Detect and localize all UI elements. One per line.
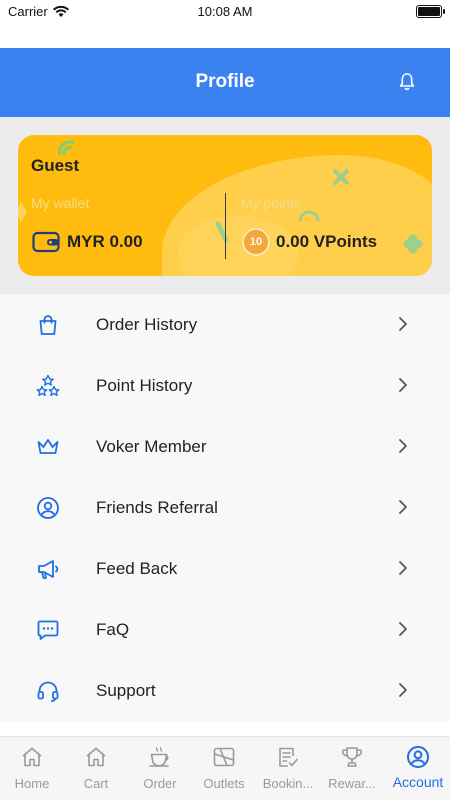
menu-item-order-history[interactable]: Order History [0, 294, 450, 355]
chevron-right-icon [399, 561, 407, 575]
tab-label: Rewar... [328, 776, 376, 791]
menu-item-voker-member[interactable]: Voker Member [0, 416, 450, 477]
coffee-cup-icon [149, 747, 169, 767]
confetti-cross-icon [333, 169, 349, 185]
profile-card: Guest My wallet My points MYR 0.00 10 0.… [18, 135, 432, 276]
tab-label: Order [143, 776, 177, 791]
tab-home[interactable]: Home [0, 737, 64, 800]
wallet-label: My wallet [31, 195, 90, 211]
chevron-right-icon [399, 683, 407, 697]
wallet-icon [32, 231, 60, 253]
tab-account[interactable]: Account [386, 737, 450, 800]
tab-label: Home [14, 776, 50, 791]
chevron-right-icon [399, 317, 407, 331]
chevron-right-icon [399, 500, 407, 514]
points-label: My points [241, 195, 301, 211]
menu-item-friends-referral[interactable]: Friends Referral [0, 477, 450, 538]
menu-item-label: Friends Referral [96, 498, 218, 517]
account-circle-icon [407, 746, 429, 768]
menu-item-point-history[interactable]: Point History [0, 355, 450, 416]
wallet-balance: MYR 0.00 [67, 232, 143, 251]
app-header: Profile [0, 48, 450, 117]
confetti-bar-icon [215, 221, 229, 243]
status-bar: Carrier 10:08 AM [0, 0, 450, 24]
card-divider [225, 193, 226, 259]
menu-item-label: Point History [96, 376, 193, 395]
tab-label: Bookin... [262, 776, 314, 791]
page-title: Profile [195, 71, 255, 92]
menu-item-feed-back[interactable]: Feed Back [0, 538, 450, 599]
menu-item-faq[interactable]: FaQ [0, 599, 450, 660]
map-icon [213, 747, 235, 767]
tab-label: Cart [83, 776, 109, 791]
tab-order[interactable]: Order [128, 737, 192, 800]
tab-cart[interactable]: Cart [64, 737, 128, 800]
chat-bubble-icon [37, 620, 59, 640]
user-circle-icon [37, 497, 59, 519]
stars-icon [36, 374, 60, 396]
vpoints-coin-icon: 10 [242, 228, 270, 256]
trophy-icon [342, 747, 362, 767]
bottom-tab-bar: Home Cart Order Outlets Bookin... Rewar.… [0, 736, 450, 800]
home-icon [22, 747, 42, 767]
points-balance: 0.00 VPoints [276, 232, 378, 251]
battery-icon [416, 5, 445, 18]
menu-item-label: FaQ [96, 620, 130, 639]
confetti-flower-icon [403, 234, 423, 254]
shopping-bag-icon [39, 315, 57, 335]
menu-item-label: Voker Member [96, 437, 207, 456]
profile-card-section: Guest My wallet My points MYR 0.00 10 0.… [0, 117, 450, 294]
user-name: Guest [31, 156, 80, 175]
crown-icon [37, 439, 59, 454]
account-menu: Order History Point History Voker Member… [0, 294, 450, 721]
home-icon [86, 747, 106, 767]
tab-rewards[interactable]: Rewar... [320, 737, 384, 800]
tab-booking[interactable]: Bookin... [256, 737, 320, 800]
status-time: 10:08 AM [197, 4, 253, 19]
chevron-right-icon [399, 378, 407, 392]
tab-outlets[interactable]: Outlets [192, 737, 256, 800]
menu-item-support[interactable]: Support [0, 660, 450, 721]
confetti-arc-icon [298, 210, 320, 222]
confetti-diamond-icon [18, 202, 27, 222]
headset-icon [37, 681, 59, 702]
tab-label: Outlets [203, 776, 245, 791]
chevron-right-icon [399, 622, 407, 636]
menu-item-label: Feed Back [96, 559, 178, 578]
menu-item-label: Support [96, 681, 156, 700]
chevron-right-icon [399, 439, 407, 453]
document-check-icon [279, 747, 298, 767]
tab-label: Account [392, 774, 444, 790]
notification-bell-icon[interactable] [398, 72, 416, 92]
menu-item-label: Order History [96, 315, 198, 334]
megaphone-icon [38, 560, 59, 579]
